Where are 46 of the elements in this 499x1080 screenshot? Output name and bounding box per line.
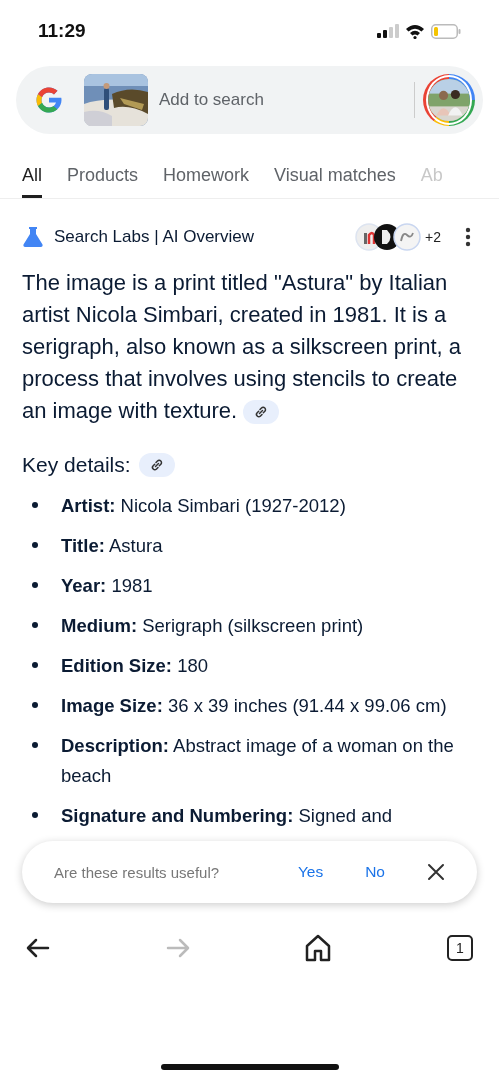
detail-text: Image Size: 36 x 39 inches (91.44 x 99.06 cm) (61, 694, 447, 718)
feedback-question: Are these results useful? (54, 863, 221, 881)
detail-text: Description: Abstract image of a woman on the beach (61, 734, 455, 788)
bullet-icon (32, 622, 38, 628)
signal-icon (377, 24, 399, 38)
wifi-icon (405, 23, 425, 39)
detail-text: Title: Astura (61, 534, 163, 558)
tab[interactable]: Visual matches (274, 144, 396, 198)
search-field[interactable]: Add to search (159, 90, 414, 110)
link-icon (254, 405, 269, 420)
section-heading: Key details: (22, 453, 131, 477)
detail-text: Year: 1981 (61, 574, 153, 598)
flask-icon (22, 226, 44, 248)
more-icon[interactable] (465, 227, 471, 247)
overview-summary: The image is a print titled "Astura" by Italian artist Nicola Simbari, created in 1981. It is a serigraph, also known as a silkscreen print, a process that involves using stencils to create an image with texture. (22, 270, 461, 423)
google-logo-icon (34, 85, 64, 115)
account-avatar[interactable] (423, 74, 475, 126)
overview-title: Search Labs | AI Overview (54, 227, 255, 247)
close-icon[interactable] (427, 863, 445, 881)
yes-button[interactable]: Yes (297, 863, 324, 881)
search-bar[interactable]: Add to search (16, 66, 483, 134)
tab[interactable]: Products (67, 144, 139, 198)
link-chip[interactable] (243, 400, 280, 425)
battery-icon (431, 23, 461, 39)
detail-text: Signature and Numbering: Signed and (61, 804, 393, 828)
back-icon[interactable] (26, 938, 50, 958)
detail-text: Edition Size: 180 (61, 654, 208, 678)
bullet-icon (32, 812, 38, 818)
bullet-icon (32, 542, 38, 548)
status-time: 11:29 (38, 20, 86, 42)
no-button[interactable]: No (365, 863, 385, 881)
detail-text: Medium: Serigraph (silkscreen print) (61, 614, 364, 638)
tab[interactable]: All (22, 144, 42, 198)
link-icon (149, 458, 164, 472)
link-chip[interactable] (138, 453, 175, 477)
source-count: +2 (425, 229, 441, 245)
detail-text: Artist: Nicola Simbari (1927-2012) (61, 494, 346, 518)
bullet-icon (32, 702, 38, 708)
tab-count-button[interactable]: 1 (446, 935, 473, 961)
bullet-icon (32, 742, 38, 748)
source-avatars-icon[interactable] (355, 223, 424, 251)
bullet-icon (32, 662, 38, 668)
bullet-icon (32, 502, 38, 508)
home-icon[interactable] (305, 934, 332, 962)
tab[interactable]: Homework (163, 144, 250, 198)
bullet-icon (32, 582, 38, 588)
